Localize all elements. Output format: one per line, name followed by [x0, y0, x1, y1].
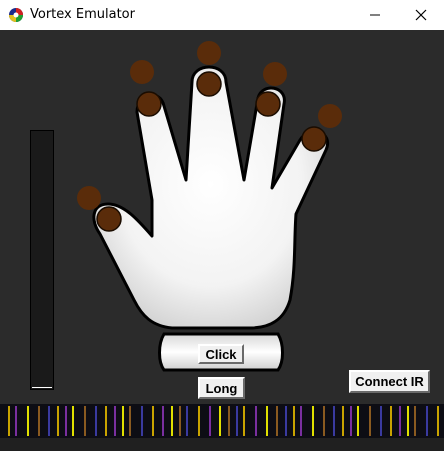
led-strip-segment	[342, 406, 344, 436]
led-strip-segment	[209, 406, 211, 436]
led-strip-segment	[350, 406, 352, 436]
led-color-strip	[0, 404, 444, 438]
led-pinky-outer[interactable]	[318, 104, 342, 128]
led-middle-tip[interactable]	[196, 71, 222, 97]
led-strip-segment	[129, 406, 131, 436]
led-strip-segment	[162, 406, 164, 436]
connect-ir-button[interactable]: Connect IR	[349, 370, 430, 393]
led-strip-segment	[15, 406, 17, 436]
led-strip-segment	[407, 406, 409, 436]
led-strip-segment	[293, 406, 295, 436]
led-index-outer[interactable]	[130, 60, 154, 84]
led-strip-segment	[114, 406, 116, 436]
long-button[interactable]: Long	[198, 377, 245, 399]
led-strip-segment	[179, 406, 181, 436]
led-strip-segment	[357, 406, 359, 436]
led-strip-segment	[312, 406, 314, 436]
led-strip-segment	[390, 406, 392, 436]
glove-outline	[92, 65, 330, 330]
led-strip-segment	[380, 406, 382, 436]
led-strip-segment	[84, 406, 86, 436]
led-strip-segment	[399, 406, 401, 436]
led-middle-outer[interactable]	[197, 41, 221, 65]
led-strip-segment	[57, 406, 59, 436]
led-thumb-tip[interactable]	[96, 206, 122, 232]
led-strip-segment	[369, 406, 371, 436]
click-button[interactable]: Click	[198, 344, 244, 364]
led-strip-segment	[122, 406, 124, 436]
led-index-tip[interactable]	[136, 91, 162, 117]
led-ring-tip[interactable]	[255, 91, 281, 117]
led-strip-segment	[219, 406, 221, 436]
led-strip-segment	[300, 406, 302, 436]
led-strip-segment	[266, 406, 268, 436]
led-ring-outer[interactable]	[263, 62, 287, 86]
led-strip-segment	[414, 406, 416, 436]
led-strip-segment	[171, 406, 173, 436]
led-strip-segment	[105, 406, 107, 436]
led-strip-segment	[72, 406, 74, 436]
led-strip-segment	[48, 406, 50, 436]
led-strip-segment	[141, 406, 143, 436]
led-strip-segment	[437, 406, 439, 436]
led-strip-segment	[426, 406, 428, 436]
led-strip-segment	[323, 406, 325, 436]
led-strip-segment	[333, 406, 335, 436]
led-strip-segment	[243, 406, 245, 436]
led-strip-segment	[152, 406, 154, 436]
led-strip-segment	[236, 406, 238, 436]
led-strip-segment	[228, 406, 230, 436]
led-pinky-tip[interactable]	[301, 126, 327, 152]
led-strip-segment	[276, 406, 278, 436]
led-strip-segment	[38, 406, 40, 436]
led-strip-segment	[8, 406, 10, 436]
led-strip-segment	[27, 406, 29, 436]
led-strip-segment	[285, 406, 287, 436]
app-window: Vortex Emulator Click Long Connect IR	[0, 0, 444, 451]
led-thumb-outer[interactable]	[77, 186, 101, 210]
led-strip-segment	[198, 406, 200, 436]
led-strip-segment	[255, 406, 257, 436]
led-strip-segment	[186, 406, 188, 436]
led-strip-segment	[65, 406, 67, 436]
led-strip-segment	[95, 406, 97, 436]
bottom-bar	[0, 438, 444, 451]
